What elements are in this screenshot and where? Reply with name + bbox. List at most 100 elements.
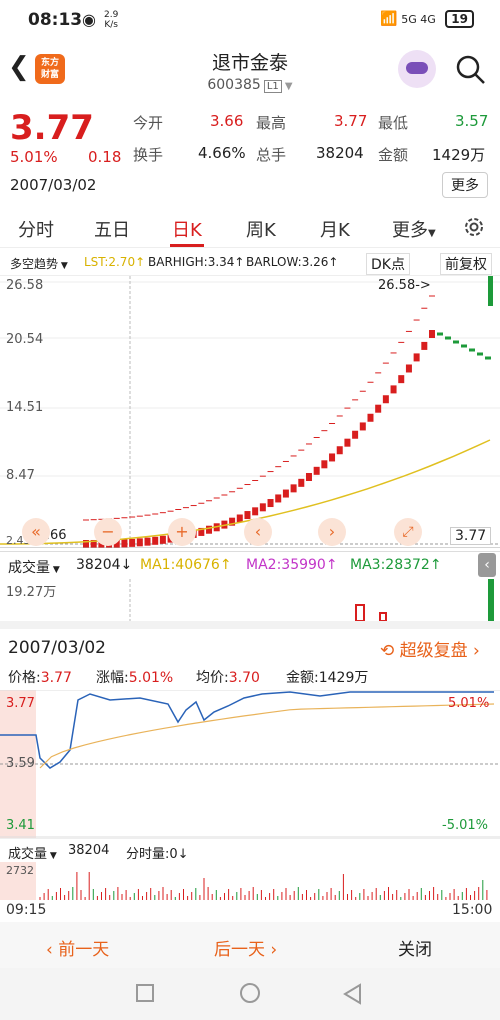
intraday-top-pct: 5.01% [448, 696, 490, 711]
candle [244, 511, 251, 520]
green-candle [488, 276, 493, 306]
high-tag: 26.58-> [378, 278, 431, 293]
close-button[interactable]: 关闭 [398, 935, 432, 960]
status-bar: 08:13 ◉ 2.9 K/s 📶 5G 4G 19 [0, 0, 500, 40]
collapse-arrow-icon[interactable]: ‹ [478, 553, 496, 577]
zoom-out-icon[interactable]: − [94, 518, 122, 546]
low-value: 3.57 [455, 112, 489, 130]
volume-label: 总手 [256, 146, 287, 164]
settings-gear-icon[interactable] [462, 215, 486, 239]
price-line [0, 691, 494, 769]
intraday-bot-pct: -5.01% [442, 818, 488, 833]
system-nav-bar [0, 968, 500, 1020]
more-button[interactable]: 更多 [442, 172, 488, 198]
candle [252, 507, 259, 516]
recent-apps-icon[interactable] [136, 984, 154, 1002]
net-speed: 2.9 K/s [104, 10, 119, 30]
kline-svg [0, 276, 500, 549]
clock: 08:13 [28, 10, 83, 30]
intraday-amount: 金额:1429万 [286, 670, 369, 686]
adjust-button[interactable]: 前复权 [440, 253, 492, 275]
turnover-label: 换手 [133, 146, 164, 164]
candle [206, 525, 213, 534]
candle [336, 446, 343, 455]
ytick-3: 14.51 [6, 400, 44, 415]
time-start: 09:15 [6, 902, 47, 918]
ytick-1: 26.58 [6, 278, 44, 293]
candle [267, 499, 274, 508]
intraday-top: 3.77 [6, 696, 35, 711]
time-axis: 09:15 15:00 [0, 900, 500, 922]
candle [152, 536, 159, 545]
candles-group [83, 276, 493, 548]
candle [429, 330, 435, 338]
volume-max-label: 19.27万 [6, 585, 57, 600]
open-label: 今开 [133, 114, 164, 132]
candle [305, 472, 312, 481]
candle [313, 466, 320, 475]
candle [421, 341, 428, 350]
candle [298, 478, 305, 487]
intraday-date: 2007/03/02 [8, 638, 106, 658]
candle [344, 438, 351, 447]
prev-day-button[interactable]: ‹ 前一天 [46, 935, 109, 960]
change-amount: 0.18 [88, 148, 122, 166]
intraday-pct: 涨幅:5.01% [96, 670, 174, 686]
move-left-icon[interactable]: ‹ [244, 518, 272, 546]
search-icon[interactable] [455, 54, 487, 86]
ma1-value: MA1:40676↑ [140, 557, 232, 573]
volume-value: 38204↓ [76, 557, 133, 573]
tab-daily-k[interactable]: 日K [172, 216, 202, 242]
rewind-icon[interactable]: « [22, 518, 50, 546]
tab-more[interactable]: 更多▼ [392, 216, 436, 242]
fullscreen-icon[interactable]: ⤢ [394, 518, 422, 546]
intraday-mid: 3.59 [6, 756, 35, 771]
intraday-volume-value: 38204 [68, 843, 110, 858]
candle [321, 460, 328, 469]
lst-value: LST:2.70↑ [84, 255, 146, 269]
volume-value: 38204 [316, 144, 364, 162]
high-label: 最高 [256, 114, 287, 132]
intraday-volume-select[interactable]: 成交量 ▼ [8, 843, 57, 862]
volume-chart: 19.27万 [0, 579, 500, 622]
tab-intraday[interactable]: 分时 [18, 216, 54, 242]
battery-icon: 19 [445, 10, 474, 28]
level-badge: L1 [263, 80, 282, 93]
candle [329, 453, 336, 462]
tab-monthly-k[interactable]: 月K [320, 216, 350, 242]
fenshi-volume: 分时量:0↓ [126, 847, 189, 862]
indicator-select[interactable]: 多空趋势 ▼ [10, 255, 68, 272]
next-day-button[interactable]: 后一天 › [214, 935, 277, 960]
current-price: 3.77 [10, 108, 94, 148]
intraday-chart[interactable]: 3.77 3.59 3.41 5.01% -5.01% [0, 689, 500, 838]
zoom-in-icon[interactable]: + [168, 518, 196, 546]
intraday-info: 价格:3.77 涨幅:5.01% 均价:3.70 金额:1429万 [0, 664, 500, 690]
tab-five-day[interactable]: 五日 [94, 216, 130, 242]
move-right-icon[interactable]: › [318, 518, 346, 546]
wifi-icon: 📶 [380, 11, 398, 27]
candle [398, 375, 405, 384]
time-end: 15:00 [452, 902, 493, 918]
home-icon[interactable] [240, 983, 260, 1003]
avg-line [39, 703, 495, 769]
candle [259, 503, 266, 512]
dk-button[interactable]: DK点 [366, 253, 410, 275]
turnover-value: 4.66% [198, 144, 246, 162]
candle [405, 364, 412, 373]
eye-icon: ◉ [82, 10, 96, 29]
back-nav-icon[interactable] [342, 983, 362, 1005]
kline-chart[interactable]: 26.58 20.54 14.51 8.47 2.43 26.58-> <-2.… [0, 276, 500, 549]
open-value: 3.66 [210, 112, 244, 130]
tab-weekly-k[interactable]: 周K [246, 216, 276, 242]
ma3-value: MA3:28372↑ [350, 557, 442, 573]
robot-avatar-icon[interactable] [398, 50, 436, 88]
status-right: 📶 5G 4G 19 [380, 10, 474, 28]
volume-indicator-row: 成交量 ▼ 38204↓ MA1:40676↑ MA2:35990↑ MA3:2… [0, 551, 500, 579]
ytick-2: 20.54 [6, 332, 44, 347]
amount-label: 金额 [378, 146, 409, 164]
chart-tabs: 分时 五日 日K 周K 月K 更多▼ [0, 208, 500, 248]
volume-select[interactable]: 成交量 ▼ [8, 557, 60, 577]
candle [359, 422, 366, 431]
quote-date: 2007/03/02 [10, 176, 97, 194]
super-review-button[interactable]: ⟲ 超级复盘 › [380, 636, 480, 661]
